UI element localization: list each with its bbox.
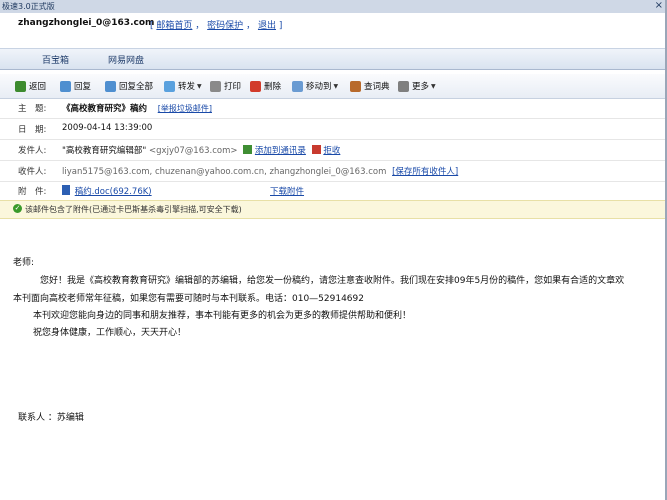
delete-icon xyxy=(250,80,261,92)
save-recipients-link[interactable]: [保存所有收件人] xyxy=(392,167,458,177)
chevron-down-icon: ▼ xyxy=(333,82,339,90)
notice-text: 该邮件包含了附件(已通过卡巴斯基杀毒引擎扫描,可安全下载) xyxy=(25,205,242,214)
bracket-open: [ xyxy=(150,21,154,31)
dictionary-icon xyxy=(350,80,361,92)
reject-icon xyxy=(311,145,321,154)
forward-button[interactable]: 转发 ▼ xyxy=(164,79,202,93)
reply-label: 回复 xyxy=(74,82,92,92)
more-button[interactable]: 更多 ▼ xyxy=(398,79,436,93)
dictionary-button[interactable]: 查词典 xyxy=(350,79,390,93)
body-greeting: 老师: xyxy=(13,258,35,268)
more-label: 更多 xyxy=(412,82,430,92)
back-arrow-icon xyxy=(15,80,26,92)
back-button[interactable]: 返回 xyxy=(15,79,46,93)
password-protect-link[interactable]: 密码保护 xyxy=(207,21,243,31)
attachment-scan-notice: ✓ 该邮件包含了附件(已通过卡巴斯基杀毒引擎扫描,可安全下载) xyxy=(0,200,667,219)
sender-email: <gxjy07@163.com> xyxy=(149,146,238,156)
sender-name: "高校教育研究编辑部" xyxy=(62,146,147,156)
recipients-value: liyan5175@163.com, chuzenan@yahoo.com.cn… xyxy=(62,165,458,177)
body-line-4: 祝您身体健康，工作顺心，天天开心！ xyxy=(33,328,187,338)
forward-label: 转发 xyxy=(178,82,196,92)
forward-icon xyxy=(164,80,175,92)
window-title: 极速3.0正式版 xyxy=(2,2,55,11)
tab-netdisk[interactable]: 网易网盘 xyxy=(108,53,144,66)
move-icon xyxy=(292,80,303,92)
window-title-bar: 极速3.0正式版 × xyxy=(0,0,667,14)
back-label: 返回 xyxy=(29,82,47,92)
date-value: 2009-04-14 13:39:00 xyxy=(62,123,153,133)
report-spam-link[interactable]: [举报垃圾邮件] xyxy=(158,104,212,113)
chevron-down-icon: ▼ xyxy=(431,82,436,90)
recipients-list: liyan5175@163.com, chuzenan@yahoo.com.cn… xyxy=(62,167,387,177)
recipients-row: 收件人: liyan5175@163.com, chuzenan@yahoo.c… xyxy=(0,161,667,182)
account-bar: zhangzhonglei_0@163.com [ 邮箱首页 ， 密码保护 ， … xyxy=(0,13,667,35)
sender-row: 发件人: "高校教育研究编辑部" <gxjy07@163.com> 添加到通讯录… xyxy=(0,140,667,161)
print-button[interactable]: 打印 xyxy=(210,79,241,93)
reply-all-button[interactable]: 回复全部 xyxy=(105,79,153,93)
recipients-label: 收件人: xyxy=(18,167,47,177)
body-line-3: 本刊欢迎您能向身边的同事和朋友推荐，事本刊能有更多的机会为更多的教师提供帮助和便… xyxy=(33,311,412,321)
reply-icon xyxy=(60,80,71,92)
move-to-label: 移动到 xyxy=(306,82,332,92)
attachment-link[interactable]: 稿约.doc(692.76K) xyxy=(75,187,152,197)
print-label: 打印 xyxy=(224,82,242,92)
attachment-label: 附 件: xyxy=(18,187,47,197)
check-icon: ✓ xyxy=(13,204,22,213)
subject-value: 《高校教育研究》稿约 [举报垃圾邮件] xyxy=(62,102,212,114)
date-row: 日 期: 2009-04-14 13:39:00 xyxy=(0,119,667,140)
reject-link[interactable]: 拒收 xyxy=(323,146,340,156)
add-contact-icon xyxy=(243,145,253,154)
word-doc-icon xyxy=(62,185,70,195)
subject-row: 主 题: 《高校教育研究》稿约 [举报垃圾邮件] xyxy=(0,98,667,119)
bracket-close: ] xyxy=(278,21,283,31)
subject-text: 《高校教育研究》稿约 xyxy=(62,104,148,114)
reply-all-label: 回复全部 xyxy=(119,82,154,92)
mailbox-home-link[interactable]: 邮箱首页 xyxy=(156,21,192,31)
body-line-1: 您好！我是《高校教育教育研究》编辑部的苏编辑，给您发一份稿约，请您注意查收附件。… xyxy=(40,276,625,286)
top-tabs: 百宝箱 网易网盘 xyxy=(0,48,667,70)
sender-value: "高校教育研究编辑部" <gxjy07@163.com> 添加到通讯录 拒收 xyxy=(62,144,340,156)
dictionary-label: 查词典 xyxy=(364,82,390,92)
logout-link[interactable]: 退出 xyxy=(258,21,276,31)
move-to-button[interactable]: 移动到 ▼ xyxy=(292,79,338,93)
subject-label: 主 题: xyxy=(18,104,47,114)
add-contact-link[interactable]: 添加到通讯录 xyxy=(255,146,306,156)
sender-label: 发件人: xyxy=(18,146,47,156)
attachment-row: 附 件: 稿约.doc(692.76K) 下载附件 xyxy=(0,181,667,201)
reply-all-icon xyxy=(105,80,116,92)
more-icon xyxy=(398,80,409,92)
reply-button[interactable]: 回复 xyxy=(60,79,91,93)
close-icon[interactable]: × xyxy=(655,0,663,11)
mail-toolbar: 返回 回复 回复全部 转发 ▼ 打印 删除 移动到 ▼ 查词典 更多 ▼ xyxy=(0,74,667,99)
delete-label: 删除 xyxy=(264,82,282,92)
chevron-down-icon: ▼ xyxy=(197,82,202,90)
body-line-2: 本刊面向高校老师常年征稿，如果您有需要可随时与本刊联系。电话：010—52914… xyxy=(13,294,364,304)
account-email: zhangzhonglei_0@163.com xyxy=(18,18,155,28)
date-label: 日 期: xyxy=(18,125,47,135)
body-contact: 联系人 ：苏编辑 xyxy=(18,413,84,423)
printer-icon xyxy=(210,80,221,92)
link-separator: ， xyxy=(246,21,256,31)
download-attachment-link[interactable]: 下载附件 xyxy=(270,185,304,197)
delete-button[interactable]: 删除 xyxy=(250,79,281,93)
attachment-value: 稿约.doc(692.76K) xyxy=(62,185,152,197)
account-links: [ 邮箱首页 ， 密码保护 ， 退出 ] xyxy=(150,18,282,31)
tab-toolbox[interactable]: 百宝箱 xyxy=(42,53,69,66)
link-separator: ， xyxy=(195,21,205,31)
